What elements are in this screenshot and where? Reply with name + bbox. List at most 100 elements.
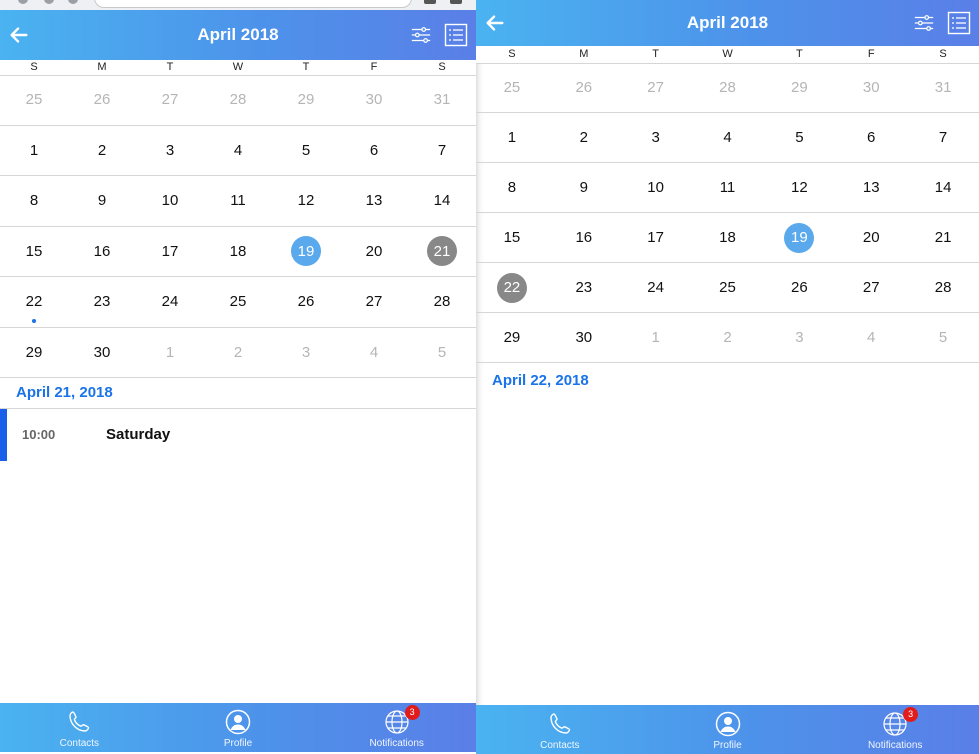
day-cell[interactable]: 16 bbox=[548, 213, 620, 262]
day-cell[interactable]: 5 bbox=[907, 313, 979, 362]
day-cell[interactable]: 26 bbox=[68, 75, 136, 125]
day-cell[interactable]: 3 bbox=[620, 113, 692, 162]
day-cell[interactable]: 5 bbox=[763, 113, 835, 162]
day-cell[interactable]: 29 bbox=[0, 328, 68, 378]
browser-tabs-icon[interactable] bbox=[450, 0, 462, 4]
day-cell-today[interactable]: 19 bbox=[272, 227, 340, 277]
day-cell[interactable]: 24 bbox=[136, 277, 204, 327]
day-cell[interactable]: 11 bbox=[692, 163, 764, 212]
day-cell[interactable]: 13 bbox=[835, 163, 907, 212]
list-view-icon[interactable] bbox=[947, 11, 971, 35]
day-cell[interactable]: 30 bbox=[835, 63, 907, 112]
day-cell[interactable]: 23 bbox=[548, 263, 620, 312]
day-cell[interactable]: 3 bbox=[272, 328, 340, 378]
browser-url-bar[interactable] bbox=[94, 0, 412, 8]
day-cell[interactable]: 24 bbox=[620, 263, 692, 312]
day-cell[interactable]: 25 bbox=[476, 63, 548, 112]
day-cell[interactable]: 30 bbox=[340, 75, 408, 125]
day-cell[interactable]: 4 bbox=[340, 328, 408, 378]
day-cell[interactable]: 15 bbox=[476, 213, 548, 262]
browser-reload-icon[interactable] bbox=[68, 0, 78, 4]
day-cell[interactable]: 30 bbox=[548, 313, 620, 362]
day-cell[interactable]: 8 bbox=[0, 176, 68, 226]
tab-notifications[interactable]: 3 Notifications bbox=[811, 705, 979, 754]
day-cell[interactable]: 2 bbox=[204, 328, 272, 378]
tab-notifications[interactable]: 3 Notifications bbox=[317, 703, 476, 752]
day-cell[interactable]: 29 bbox=[476, 313, 548, 362]
day-cell[interactable]: 11 bbox=[204, 176, 272, 226]
day-cell[interactable]: 3 bbox=[136, 126, 204, 176]
day-cell[interactable]: 10 bbox=[620, 163, 692, 212]
day-cell[interactable]: 2 bbox=[68, 126, 136, 176]
day-cell[interactable]: 1 bbox=[0, 126, 68, 176]
browser-share-icon[interactable] bbox=[424, 0, 436, 4]
day-cell[interactable]: 14 bbox=[408, 176, 476, 226]
day-cell[interactable]: 22 bbox=[0, 277, 68, 327]
day-cell[interactable]: 5 bbox=[408, 328, 476, 378]
day-cell-selected[interactable]: 22 bbox=[476, 263, 548, 312]
day-cell[interactable]: 17 bbox=[136, 227, 204, 277]
day-cell-today[interactable]: 19 bbox=[763, 213, 835, 262]
day-cell[interactable]: 10 bbox=[136, 176, 204, 226]
day-cell[interactable]: 9 bbox=[68, 176, 136, 226]
day-cell[interactable]: 26 bbox=[763, 263, 835, 312]
day-cell[interactable]: 20 bbox=[835, 213, 907, 262]
day-cell[interactable]: 8 bbox=[476, 163, 548, 212]
day-cell[interactable]: 14 bbox=[907, 163, 979, 212]
day-cell[interactable]: 27 bbox=[136, 75, 204, 125]
day-cell[interactable]: 27 bbox=[340, 277, 408, 327]
day-cell[interactable]: 12 bbox=[272, 176, 340, 226]
day-cell[interactable]: 20 bbox=[340, 227, 408, 277]
day-cell[interactable]: 25 bbox=[204, 277, 272, 327]
day-cell[interactable]: 26 bbox=[548, 63, 620, 112]
day-cell[interactable]: 28 bbox=[408, 277, 476, 327]
day-cell[interactable]: 1 bbox=[620, 313, 692, 362]
day-cell[interactable]: 25 bbox=[0, 75, 68, 125]
browser-forward-icon[interactable] bbox=[44, 0, 54, 4]
day-cell[interactable]: 13 bbox=[340, 176, 408, 226]
day-cell[interactable]: 17 bbox=[620, 213, 692, 262]
day-cell[interactable]: 23 bbox=[68, 277, 136, 327]
day-cell[interactable]: 9 bbox=[548, 163, 620, 212]
tab-contacts[interactable]: Contacts bbox=[0, 703, 159, 752]
tab-profile[interactable]: Profile bbox=[159, 703, 318, 752]
day-cell[interactable]: 2 bbox=[692, 313, 764, 362]
day-cell[interactable]: 25 bbox=[692, 263, 764, 312]
day-cell[interactable]: 12 bbox=[763, 163, 835, 212]
tab-profile[interactable]: Profile bbox=[644, 705, 812, 754]
day-cell[interactable]: 2 bbox=[548, 113, 620, 162]
filter-sliders-icon[interactable] bbox=[410, 24, 432, 46]
day-cell[interactable]: 6 bbox=[340, 126, 408, 176]
filter-sliders-icon[interactable] bbox=[913, 12, 935, 34]
day-cell[interactable]: 21 bbox=[907, 213, 979, 262]
list-view-icon[interactable] bbox=[444, 23, 468, 47]
day-cell[interactable]: 16 bbox=[68, 227, 136, 277]
day-cell[interactable]: 7 bbox=[408, 126, 476, 176]
day-cell[interactable]: 28 bbox=[692, 63, 764, 112]
day-cell[interactable]: 6 bbox=[835, 113, 907, 162]
day-cell[interactable]: 27 bbox=[620, 63, 692, 112]
day-cell[interactable]: 1 bbox=[136, 328, 204, 378]
day-cell[interactable]: 31 bbox=[408, 75, 476, 125]
day-cell[interactable]: 29 bbox=[272, 75, 340, 125]
event-item[interactable]: 10:00 Saturday bbox=[0, 409, 476, 461]
day-cell[interactable]: 4 bbox=[204, 126, 272, 176]
day-cell[interactable]: 28 bbox=[907, 263, 979, 312]
day-cell[interactable]: 15 bbox=[0, 227, 68, 277]
day-cell[interactable]: 27 bbox=[835, 263, 907, 312]
day-cell[interactable]: 18 bbox=[204, 227, 272, 277]
day-cell[interactable]: 5 bbox=[272, 126, 340, 176]
day-cell[interactable]: 18 bbox=[692, 213, 764, 262]
day-cell[interactable]: 4 bbox=[692, 113, 764, 162]
day-cell[interactable]: 7 bbox=[907, 113, 979, 162]
day-cell-selected[interactable]: 21 bbox=[408, 227, 476, 277]
day-cell[interactable]: 29 bbox=[763, 63, 835, 112]
day-cell[interactable]: 3 bbox=[763, 313, 835, 362]
day-cell[interactable]: 4 bbox=[835, 313, 907, 362]
browser-back-icon[interactable] bbox=[18, 0, 28, 4]
day-cell[interactable]: 1 bbox=[476, 113, 548, 162]
tab-contacts[interactable]: Contacts bbox=[476, 705, 644, 754]
day-cell[interactable]: 30 bbox=[68, 328, 136, 378]
day-cell[interactable]: 26 bbox=[272, 277, 340, 327]
day-cell[interactable]: 31 bbox=[907, 63, 979, 112]
